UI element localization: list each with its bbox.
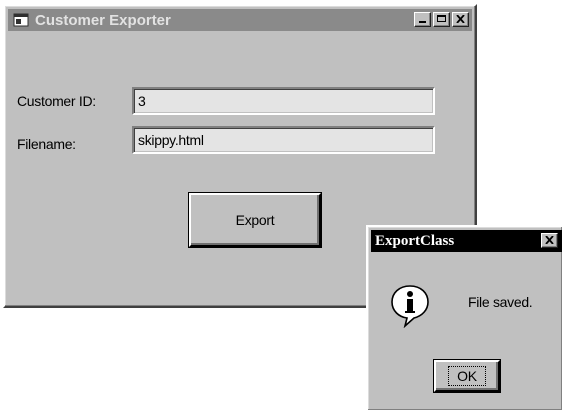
- export-class-dialog: ExportClass File saved. OK: [366, 225, 562, 410]
- export-button-label: Export: [235, 212, 275, 228]
- dialog-message: File saved.: [468, 294, 533, 310]
- main-title-bar[interactable]: Customer Exporter: [8, 9, 472, 31]
- customer-id-input[interactable]: 3: [132, 87, 435, 115]
- info-icon: [390, 284, 430, 329]
- dialog-title-bar[interactable]: ExportClass: [371, 230, 562, 252]
- filename-label: Filename:: [17, 136, 76, 152]
- close-icon[interactable]: [452, 12, 469, 27]
- customer-id-label: Customer ID:: [17, 93, 96, 109]
- window-title: Customer Exporter: [35, 11, 171, 29]
- filename-input[interactable]: skippy.html: [132, 126, 435, 154]
- export-button[interactable]: Export: [189, 193, 321, 247]
- window-controls: [414, 12, 469, 27]
- ok-button-label: OK: [448, 366, 486, 386]
- ok-button[interactable]: OK: [434, 360, 500, 392]
- minimize-icon[interactable]: [414, 12, 431, 27]
- dialog-close-icon[interactable]: [541, 233, 558, 248]
- maximize-icon[interactable]: [433, 12, 450, 27]
- app-window-icon: [13, 12, 29, 28]
- dialog-title: ExportClass: [375, 232, 455, 249]
